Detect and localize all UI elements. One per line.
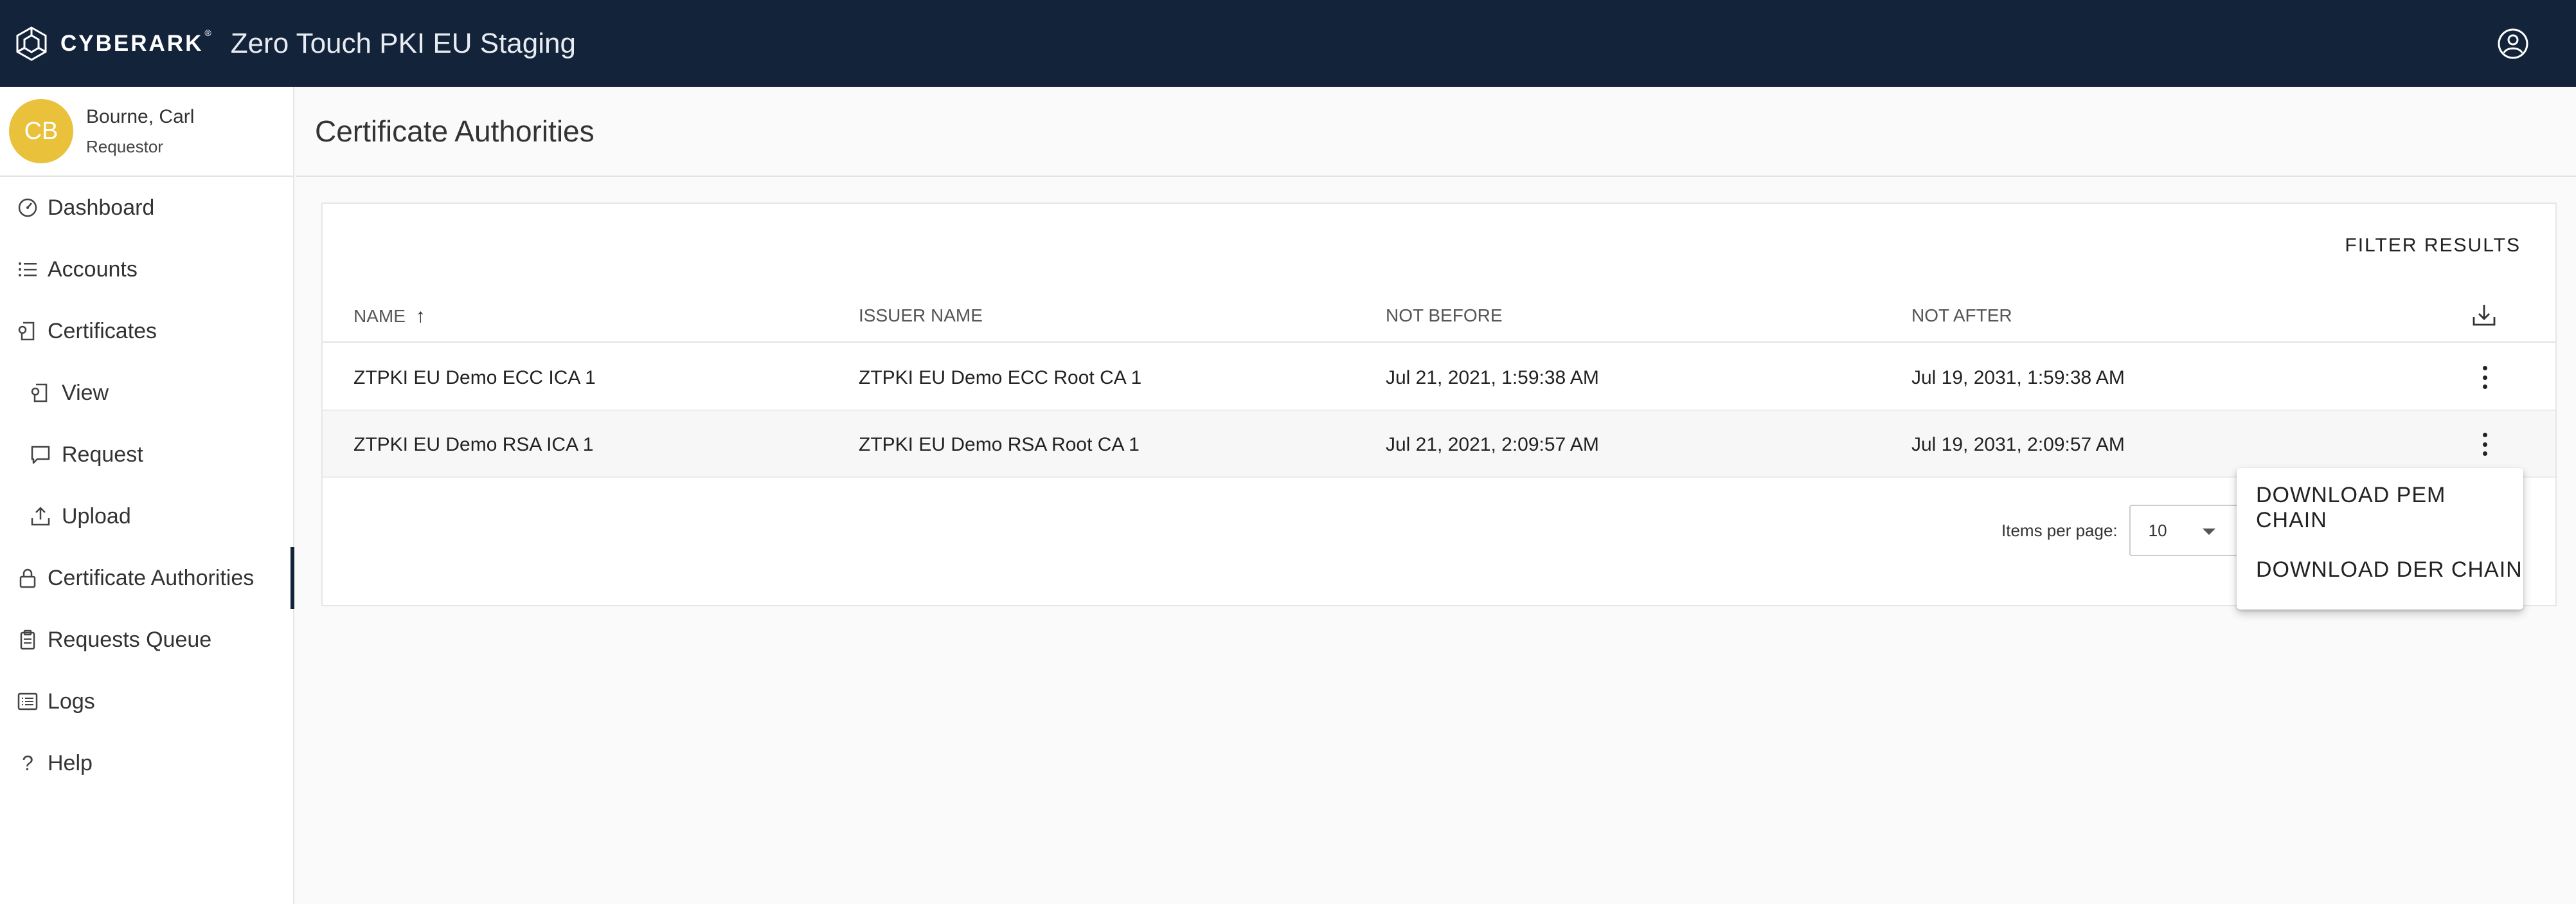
chevron-down-icon xyxy=(2202,529,2215,535)
sidebar-item-logs[interactable]: Logs xyxy=(0,671,293,732)
certificate-icon xyxy=(15,319,40,343)
account-circle-icon xyxy=(2498,28,2528,59)
sidebar-item-accounts[interactable]: Accounts xyxy=(0,239,293,300)
sidebar-item-label: Requests Queue xyxy=(48,627,212,652)
upload-icon xyxy=(28,504,53,529)
avatar[interactable]: CB xyxy=(9,99,73,163)
items-per-page-label: Items per page: xyxy=(2001,520,2118,540)
account-button[interactable] xyxy=(2496,27,2530,60)
sidebar-item-requests-queue[interactable]: Requests Queue xyxy=(0,609,293,671)
sidebar-item-label: Accounts xyxy=(48,257,138,282)
row-actions-menu: DOWNLOAD PEM CHAIN DOWNLOAD DER CHAIN xyxy=(2237,468,2523,610)
column-header-label: NAME xyxy=(353,306,406,326)
question-icon: ? xyxy=(22,751,33,775)
table-row[interactable]: ZTPKI EU Demo ECC ICA 1 ZTPKI EU Demo EC… xyxy=(323,344,2555,411)
column-header-name[interactable]: NAME ↑ xyxy=(353,305,425,327)
sidebar-item-view[interactable]: View xyxy=(0,362,293,424)
items-per-page-select[interactable]: 10 xyxy=(2129,505,2239,556)
sidebar-item-dashboard[interactable]: Dashboard xyxy=(0,177,293,239)
logs-icon xyxy=(15,689,40,714)
table-row[interactable]: ZTPKI EU Demo RSA ICA 1 ZTPKI EU Demo RS… xyxy=(323,411,2555,478)
cell-issuer-name: ZTPKI EU Demo ECC Root CA 1 xyxy=(859,367,1142,388)
column-header-issuer-name[interactable]: ISSUER NAME xyxy=(859,305,983,326)
items-per-page-value: 10 xyxy=(2148,520,2167,540)
sidebar-item-certificates[interactable]: Certificates xyxy=(0,300,293,362)
brand-registered-mark: ® xyxy=(204,27,211,38)
row-actions-menu-icon[interactable] xyxy=(2478,433,2491,456)
sidebar-item-label: Certificates xyxy=(48,318,157,343)
sidebar-item-label: Request xyxy=(62,442,143,467)
sidebar-item-label: View xyxy=(62,380,109,405)
page-title: Certificate Authorities xyxy=(315,114,595,148)
clipboard-icon xyxy=(15,628,40,652)
download-pem-chain-menu-item[interactable]: DOWNLOAD PEM CHAIN xyxy=(2237,477,2523,539)
sidebar: CB Bourne, Carl Requestor Dashboard Acco… xyxy=(0,87,294,904)
cell-not-before: Jul 21, 2021, 2:09:57 AM xyxy=(1386,434,1599,455)
sidebar-item-request[interactable]: Request xyxy=(0,424,293,485)
app-title: Zero Touch PKI EU Staging xyxy=(230,27,576,59)
top-bar: CYBERARK ® Zero Touch PKI EU Staging xyxy=(0,0,2576,87)
sidebar-item-upload[interactable]: Upload xyxy=(0,485,293,547)
sidebar-item-label: Upload xyxy=(62,503,131,529)
user-role: Requestor xyxy=(86,136,163,156)
brand-name: CYBERARK xyxy=(60,30,204,56)
user-name: Bourne, Carl xyxy=(86,105,195,127)
sidebar-item-label: Dashboard xyxy=(48,195,155,220)
row-actions-menu-icon[interactable] xyxy=(2478,366,2491,389)
sort-ascending-icon[interactable]: ↑ xyxy=(416,305,425,327)
certificate-view-icon xyxy=(28,381,53,405)
sidebar-item-help[interactable]: ? Help xyxy=(0,732,293,794)
cyberark-logo[interactable]: CYBERARK ® xyxy=(13,25,211,62)
download-export-icon[interactable] xyxy=(2471,302,2498,329)
filter-results-button[interactable]: FILTER RESULTS xyxy=(2345,235,2521,257)
cell-name: ZTPKI EU Demo ECC ICA 1 xyxy=(353,367,596,388)
cell-not-before: Jul 21, 2021, 1:59:38 AM xyxy=(1386,367,1599,388)
cell-not-after: Jul 19, 2031, 1:59:38 AM xyxy=(1911,367,2125,388)
sidebar-item-certificate-authorities[interactable]: Certificate Authorities xyxy=(0,547,294,609)
user-info: Bourne, Carl Requestor xyxy=(86,106,194,157)
cell-not-after: Jul 19, 2031, 2:09:57 AM xyxy=(1911,434,2125,455)
sidebar-item-label: Certificate Authorities xyxy=(48,565,255,590)
cell-name: ZTPKI EU Demo RSA ICA 1 xyxy=(353,434,594,455)
column-header-not-after[interactable]: NOT AFTER xyxy=(1911,305,2012,326)
table-header: NAME ↑ ISSUER NAME NOT BEFORE NOT AFTER xyxy=(323,280,2555,343)
page-header: Certificate Authorities xyxy=(296,87,2576,177)
column-header-not-before[interactable]: NOT BEFORE xyxy=(1386,305,1503,326)
list-icon xyxy=(15,257,40,282)
user-panel[interactable]: CB Bourne, Carl Requestor xyxy=(0,87,293,177)
sidebar-item-label: Help xyxy=(48,750,93,775)
cyberark-logo-icon xyxy=(16,26,47,61)
download-der-chain-menu-item[interactable]: DOWNLOAD DER CHAIN xyxy=(2237,539,2523,601)
dashboard-icon xyxy=(15,195,40,220)
cell-issuer-name: ZTPKI EU Demo RSA Root CA 1 xyxy=(859,434,1140,455)
lock-icon xyxy=(15,566,40,590)
certificate-authorities-table: FILTER RESULTS NAME ↑ ISSUER NAME NOT BE… xyxy=(321,203,2557,606)
sidebar-item-label: Logs xyxy=(48,689,95,714)
chat-bubble-icon xyxy=(28,442,53,467)
paginator: Items per page: 10 xyxy=(2001,505,2239,556)
